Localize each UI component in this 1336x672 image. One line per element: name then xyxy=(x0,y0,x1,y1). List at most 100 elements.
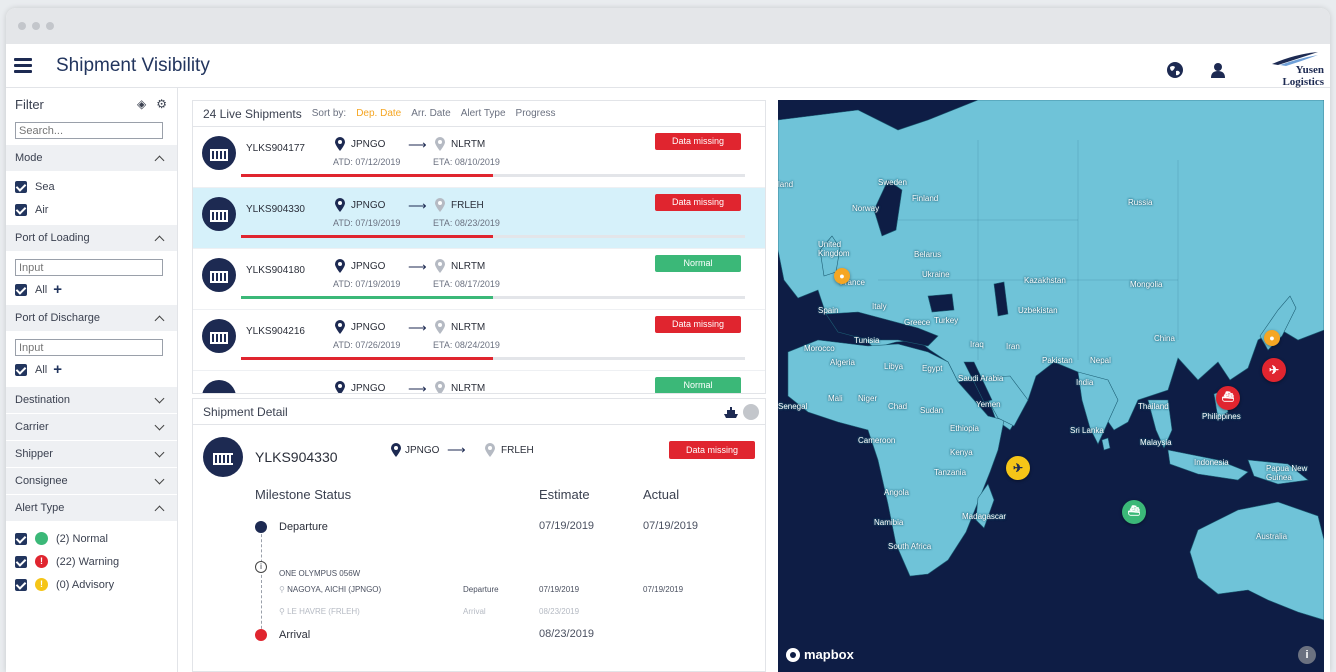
map-label: Ethiopia xyxy=(950,424,979,433)
filter-section-consignee[interactable]: Consignee xyxy=(6,468,177,494)
user-icon[interactable] xyxy=(1210,62,1226,78)
option-label: All xyxy=(35,363,48,376)
checkbox[interactable] xyxy=(15,180,27,193)
sort-progress[interactable]: Progress xyxy=(516,108,556,119)
progress-bar xyxy=(241,174,745,177)
filter-section-port-of-loading[interactable]: Port of Loading xyxy=(6,225,177,251)
mode-option-air[interactable]: Air xyxy=(6,198,177,221)
location-pin-icon[interactable]: ● xyxy=(834,268,850,284)
filter-section-destination[interactable]: Destination xyxy=(6,387,177,413)
filter-section-carrier[interactable]: Carrier xyxy=(6,414,177,440)
plane-toggle-icon[interactable] xyxy=(743,403,759,420)
checkbox[interactable] xyxy=(15,555,27,568)
departure-dot xyxy=(255,521,267,533)
map-label: Senegal xyxy=(778,402,808,411)
shipment-id: YLKS904177 xyxy=(246,143,305,154)
map-label: Mongolia xyxy=(1130,280,1163,289)
map-label: Libya xyxy=(884,362,904,371)
window-dot[interactable] xyxy=(32,22,40,30)
shipment-row[interactable]: JPNGO ⟶ NLRTM Normal xyxy=(193,371,765,393)
arrow-right-icon: ⟶ xyxy=(408,198,427,213)
map-info-icon[interactable]: i xyxy=(1298,646,1316,664)
detail-origin: JPNGO xyxy=(405,445,440,456)
mode-option-sea[interactable]: Sea xyxy=(6,175,177,198)
ship-marker-icon[interactable]: ⛴ xyxy=(1122,500,1146,524)
detail-destination: FRLEH xyxy=(501,445,534,456)
leg-to-estimate: 08/23/2019 xyxy=(539,607,580,616)
alert-option-normal[interactable]: (2) Normal xyxy=(6,527,177,550)
sort-alert-type[interactable]: Alert Type xyxy=(461,108,506,119)
checkbox[interactable] xyxy=(15,283,27,296)
departure-date: ATD: 07/19/2019 xyxy=(333,218,401,228)
globe-icon[interactable] xyxy=(1166,61,1184,79)
map-label: Yemen xyxy=(976,400,1001,409)
chevron-up-icon[interactable] xyxy=(154,315,165,325)
normal-status-icon xyxy=(35,532,48,545)
shipment-list-panel: 24 Live Shipments Sort by: Dep. Date Arr… xyxy=(192,100,766,394)
window-dot[interactable] xyxy=(18,22,26,30)
departure-date: ATD: 07/12/2019 xyxy=(333,157,401,167)
world-map[interactable] xyxy=(778,100,1324,672)
origin-port: JPNGO xyxy=(351,322,386,333)
sort-arr-date[interactable]: Arr. Date xyxy=(411,108,450,119)
map-label: Cameroon xyxy=(858,436,896,445)
clear-filter-icon[interactable]: ◈ xyxy=(137,97,146,111)
chevron-down-icon[interactable] xyxy=(154,474,165,485)
info-icon[interactable]: i xyxy=(255,561,267,573)
chevron-up-icon[interactable] xyxy=(154,235,165,245)
filter-section-shipper[interactable]: Shipper xyxy=(6,441,177,467)
add-icon[interactable]: + xyxy=(53,361,62,378)
port-of-loading-all[interactable]: All + xyxy=(6,278,177,301)
checkbox[interactable] xyxy=(15,363,27,376)
filter-section-port-of-discharge[interactable]: Port of Discharge xyxy=(6,305,177,331)
filter-section-alert-type[interactable]: Alert Type xyxy=(6,495,177,521)
filter-header: Filter ◈ ⚙ xyxy=(6,88,177,120)
shipment-row[interactable]: YLKS904330 JPNGO ⟶ FRLEH ATD: 07/19/2019 ETA:… xyxy=(193,188,765,249)
plane-marker-icon[interactable]: ✈ xyxy=(1006,456,1030,480)
chevron-down-icon[interactable] xyxy=(154,393,165,404)
origin-port: JPNGO xyxy=(351,139,386,150)
shipment-row[interactable]: YLKS904216 JPNGO ⟶ NLRTM ATD: 07/26/2019 ETA:… xyxy=(193,310,765,371)
ship-marker-icon[interactable]: ⛴ xyxy=(1216,386,1240,410)
destination-port: FRLEH xyxy=(451,200,484,211)
chevron-down-icon[interactable] xyxy=(154,420,165,431)
filter-search-input[interactable] xyxy=(15,122,163,139)
shipment-row[interactable]: YLKS904180 JPNGO ⟶ NLRTM ATD: 07/19/2019 ETA:… xyxy=(193,249,765,310)
window-dot[interactable] xyxy=(46,22,54,30)
chevron-down-icon[interactable] xyxy=(154,447,165,458)
location-pin-icon[interactable]: ● xyxy=(1264,330,1280,346)
sort-dep-date[interactable]: Dep. Date xyxy=(356,108,401,119)
mapbox-logo[interactable]: mapbox xyxy=(786,647,854,662)
settings-icon[interactable]: ⚙ xyxy=(156,97,167,111)
leg-to-place: LE HAVRE (FRLEH) xyxy=(287,607,360,616)
checkbox[interactable] xyxy=(15,532,27,545)
port-of-discharge-all[interactable]: All + xyxy=(6,358,177,381)
status-badge: Data missing xyxy=(655,133,741,150)
departure-date: ATD: 07/26/2019 xyxy=(333,340,401,350)
destination-pin-icon xyxy=(435,259,445,273)
map-label: South Africa xyxy=(888,542,932,551)
shipment-map[interactable]: land Sweden Finland Norway Russia United… xyxy=(778,100,1324,672)
section-label: Consignee xyxy=(15,475,68,487)
shipment-rows: YLKS904177 JPNGO ⟶ NLRTM ATD: 07/12/2019 ETA:… xyxy=(193,127,765,393)
arrival-date: ETA: 08/24/2019 xyxy=(433,340,500,350)
shipment-row[interactable]: YLKS904177 JPNGO ⟶ NLRTM ATD: 07/12/2019 ETA:… xyxy=(193,127,765,188)
filter-section-mode[interactable]: Mode xyxy=(6,145,177,171)
chevron-up-icon[interactable] xyxy=(154,155,165,165)
leg-from-actual: 07/19/2019 xyxy=(643,585,684,594)
pin-icon: ⚲ xyxy=(279,607,285,616)
chevron-up-icon[interactable] xyxy=(154,505,165,515)
ship-icon[interactable] xyxy=(723,405,739,419)
map-label: Algeria xyxy=(830,358,855,367)
destination-port: NLRTM xyxy=(451,322,486,333)
add-icon[interactable]: + xyxy=(53,281,62,298)
port-of-loading-input[interactable] xyxy=(15,259,163,276)
checkbox[interactable] xyxy=(15,203,27,216)
port-of-discharge-input[interactable] xyxy=(15,339,163,356)
alert-option-warning[interactable]: ! (22) Warning xyxy=(6,550,177,573)
alert-option-advisory[interactable]: ! (0) Advisory xyxy=(6,573,177,596)
plane-marker-icon[interactable]: ✈ xyxy=(1262,358,1286,382)
checkbox[interactable] xyxy=(15,578,27,591)
menu-icon[interactable] xyxy=(14,55,32,76)
leg-to-type: Arrival xyxy=(463,607,486,616)
